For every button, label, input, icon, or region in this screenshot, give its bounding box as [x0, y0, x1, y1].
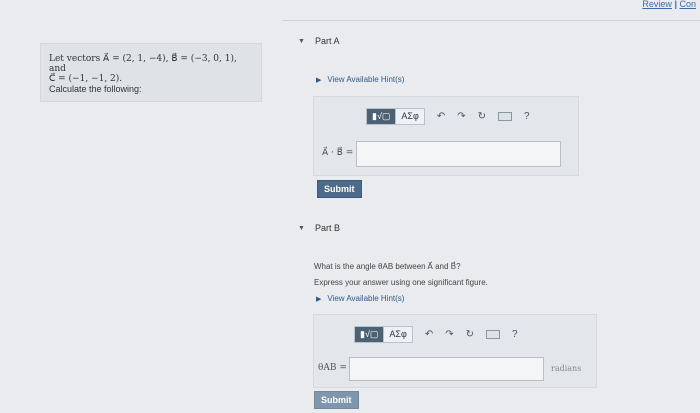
part-b-answer-input[interactable]	[349, 357, 544, 381]
part-a-math-toolbar: ▮√▢ ΑΣφ ↶ ↷ ↻ ?	[366, 108, 530, 125]
part-a-title: Part A	[314, 36, 340, 46]
part-b-instruction: Express your answer using one significan…	[314, 278, 488, 287]
undo-icon[interactable]: ↶	[425, 329, 433, 340]
part-a-answer-label: A⃗ · B⃗ =	[322, 148, 354, 158]
collapse-caret-icon[interactable]: ▼	[298, 38, 305, 45]
toolbar-button-group: ▮√▢ ΑΣφ	[366, 108, 425, 125]
problem-line-2: C⃗ = (−1, −1, 2).	[49, 74, 123, 84]
part-b-answer-label: θAB =	[318, 363, 347, 373]
part-a-answer-input[interactable]	[356, 141, 561, 167]
part-b-question: What is the angle θAB between A⃗ and B⃗?	[314, 262, 461, 271]
templates-button[interactable]: ▮√▢	[355, 327, 385, 342]
part-b-units: radians	[551, 364, 582, 373]
part-b-title: Part B	[314, 223, 340, 233]
symbols-button[interactable]: ΑΣφ	[396, 109, 424, 124]
problem-line-3: Calculate the following:	[49, 84, 142, 94]
templates-button[interactable]: ▮√▢	[367, 109, 397, 124]
collapse-caret-icon[interactable]: ▼	[298, 225, 305, 232]
undo-icon[interactable]: ↶	[437, 111, 445, 122]
part-a-hint-label: View Available Hint(s)	[327, 75, 405, 84]
problem-line-1: Let vectors A⃗ = (2, 1, −4), B⃗ = (−3, 0…	[49, 54, 237, 74]
help-icon[interactable]: ?	[524, 111, 530, 122]
reset-icon[interactable]: ↻	[466, 329, 474, 340]
part-b-submit-button[interactable]: Submit	[314, 391, 359, 409]
keyboard-icon[interactable]	[497, 112, 512, 121]
top-divider	[282, 20, 700, 21]
expand-triangle-icon: ▶	[316, 76, 322, 84]
contact-link[interactable]: Con	[679, 0, 696, 9]
problem-statement: Let vectors A⃗ = (2, 1, −4), B⃗ = (−3, 0…	[40, 43, 262, 102]
separator: |	[674, 0, 677, 9]
redo-icon[interactable]: ↷	[445, 329, 453, 340]
redo-icon[interactable]: ↷	[457, 111, 465, 122]
top-links: Review | Con	[576, 0, 700, 10]
part-b-math-toolbar: ▮√▢ ΑΣφ ↶ ↷ ↻ ?	[354, 326, 518, 343]
help-icon[interactable]: ?	[512, 329, 518, 340]
part-a-submit-button[interactable]: Submit	[317, 180, 362, 198]
review-link[interactable]: Review	[642, 0, 672, 9]
toolbar-button-group: ▮√▢ ΑΣφ	[354, 326, 413, 343]
part-b-hint-label: View Available Hint(s)	[327, 294, 405, 303]
part-a-hint-toggle[interactable]: ▶ View Available Hint(s)	[316, 75, 404, 84]
part-b-hint-toggle[interactable]: ▶ View Available Hint(s)	[316, 294, 404, 303]
part-a-header[interactable]: ▼ Part A	[298, 36, 339, 46]
expand-triangle-icon: ▶	[316, 295, 322, 303]
part-b-header[interactable]: ▼ Part B	[298, 223, 340, 233]
keyboard-icon[interactable]	[485, 330, 500, 339]
symbols-button[interactable]: ΑΣφ	[384, 327, 412, 342]
reset-icon[interactable]: ↻	[478, 111, 486, 122]
